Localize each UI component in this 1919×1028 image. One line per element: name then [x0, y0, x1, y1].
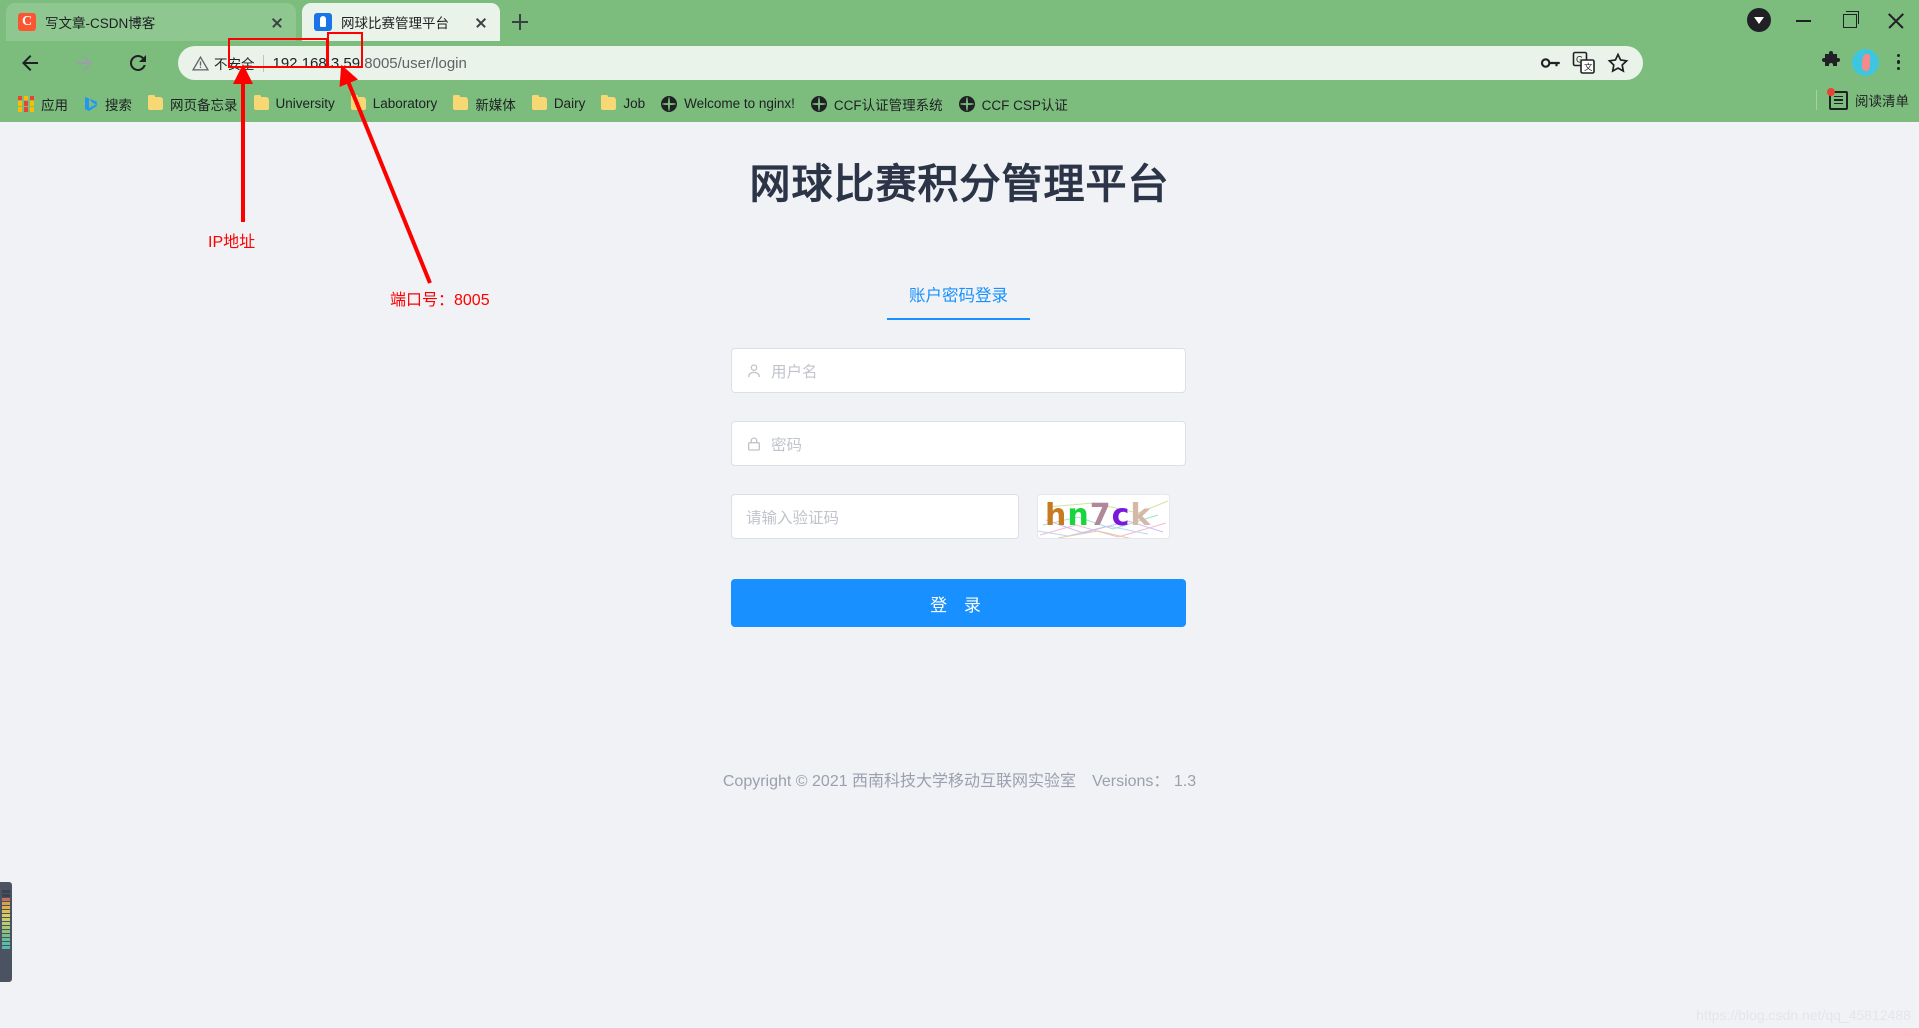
annotation-arrows [233, 64, 432, 284]
browser-window: C 写文章-CSDN博客 网球比赛管理平台 不安全 192.168.3.59:8… [0, 0, 1919, 1028]
captcha-image[interactable]: hn7ck [1037, 494, 1170, 539]
captcha-text: hn7ck [1045, 498, 1152, 533]
